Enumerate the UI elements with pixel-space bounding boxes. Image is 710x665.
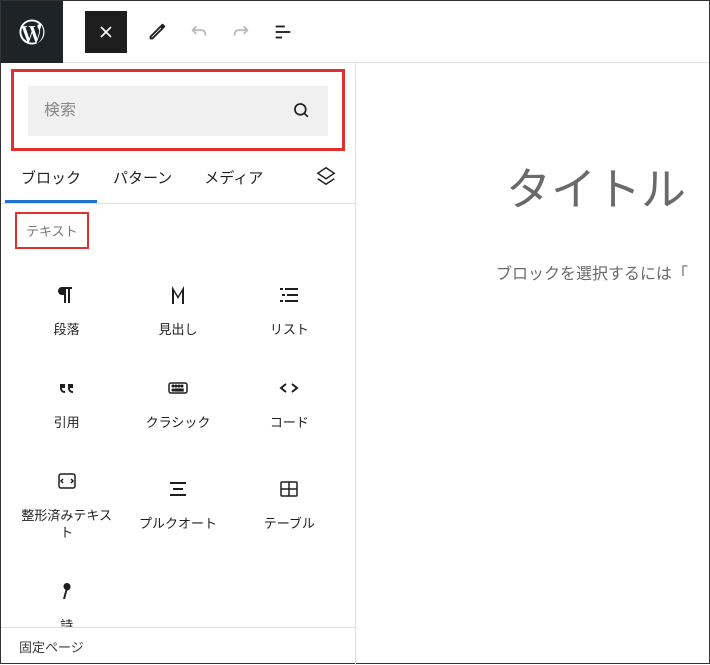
wordpress-icon (17, 17, 47, 47)
bottom-bar[interactable]: 固定ページ (1, 627, 355, 665)
block-pullquote[interactable]: プルクオート (122, 449, 233, 559)
undo-icon (188, 21, 210, 43)
title-placeholder[interactable]: タイトル (356, 153, 709, 218)
block-label: プルクオート (139, 517, 217, 534)
close-inserter-button[interactable] (85, 11, 127, 53)
tab-patterns[interactable]: パターン (97, 153, 188, 203)
inserter-tabs: ブロック パターン メディア (1, 153, 355, 204)
block-label: コード (270, 416, 309, 433)
block-quote[interactable]: 引用 (11, 356, 122, 449)
block-grid: 段落 見出し リスト 引用 クラシック (1, 255, 355, 627)
block-search[interactable] (28, 86, 328, 136)
pullquote-icon (164, 475, 192, 503)
block-label: 整形済みテキスト (15, 509, 118, 543)
bottom-bar-label: 固定ページ (19, 641, 84, 656)
block-label: テーブル (264, 517, 315, 534)
block-list[interactable]: リスト (234, 263, 345, 356)
tab-media[interactable]: メディア (188, 153, 279, 203)
outline-icon (272, 21, 294, 43)
document-outline-button[interactable] (271, 20, 295, 44)
close-icon (96, 22, 116, 42)
search-input[interactable] (44, 102, 292, 120)
block-classic[interactable]: クラシック (122, 356, 233, 449)
block-inserter-panel: ブロック パターン メディア テキスト 段落 見出し (1, 63, 356, 665)
block-table[interactable]: テーブル (234, 449, 345, 559)
block-hint: ブロックを選択するには「 (356, 260, 709, 284)
block-code[interactable]: コード (234, 356, 345, 449)
category-text-label: テキスト (15, 212, 89, 249)
block-label: 引用 (54, 416, 80, 433)
redo-button[interactable] (229, 20, 253, 44)
table-icon (275, 475, 303, 503)
tab-blocks[interactable]: ブロック (5, 153, 97, 203)
code-icon (275, 374, 303, 402)
list-icon (275, 281, 303, 309)
paragraph-icon (53, 281, 81, 309)
tab-reusable[interactable] (301, 153, 351, 203)
pencil-icon (146, 21, 168, 43)
search-highlight (11, 69, 345, 151)
heading-icon (164, 281, 192, 309)
undo-button[interactable] (187, 20, 211, 44)
reusable-icon (315, 165, 337, 187)
top-toolbar (1, 1, 709, 63)
preformatted-icon (53, 467, 81, 495)
block-label: 見出し (158, 323, 197, 340)
block-label: クラシック (146, 416, 211, 433)
block-verse[interactable]: 詩 (11, 559, 122, 627)
redo-icon (230, 21, 252, 43)
block-label: リスト (270, 323, 309, 340)
block-label: 段落 (54, 323, 80, 340)
classic-icon (164, 374, 192, 402)
block-paragraph[interactable]: 段落 (11, 263, 122, 356)
verse-icon (53, 577, 81, 605)
editor-canvas[interactable]: タイトル ブロックを選択するには「 (356, 63, 709, 665)
edit-tool-button[interactable] (145, 20, 169, 44)
block-heading[interactable]: 見出し (122, 263, 233, 356)
block-label: 詩 (60, 619, 73, 627)
block-preformatted[interactable]: 整形済みテキスト (11, 449, 122, 559)
quote-icon (53, 374, 81, 402)
block-list-scroll[interactable]: テキスト 段落 見出し リスト 引用 (1, 204, 355, 627)
search-icon (292, 101, 312, 121)
wordpress-logo[interactable] (1, 1, 63, 63)
